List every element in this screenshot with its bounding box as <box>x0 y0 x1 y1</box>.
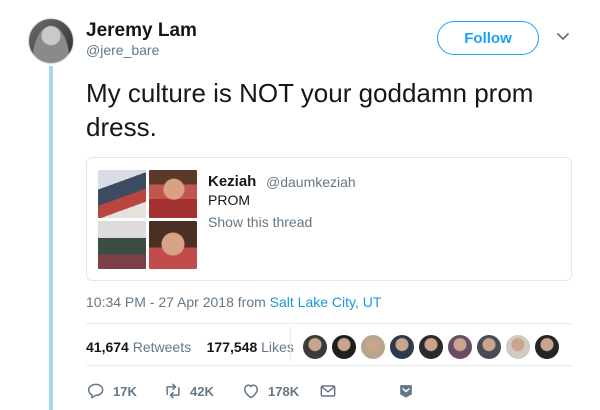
follow-button[interactable]: Follow <box>437 21 539 55</box>
liker-avatar[interactable] <box>331 334 357 360</box>
tweet-meta: 10:34 PM - 27 Apr 2018 from Salt Lake Ci… <box>86 294 381 310</box>
quoted-photo[interactable] <box>149 221 197 269</box>
quoted-author-name: Keziah <box>208 173 257 190</box>
quoted-tweet-card[interactable]: Keziah @daumkeziah PROM Show this thread <box>86 157 572 281</box>
message-icon <box>320 385 336 397</box>
quoted-photo[interactable] <box>98 170 146 218</box>
stats-separator <box>290 326 291 362</box>
reply-action[interactable]: 17K <box>86 380 137 402</box>
retweet-count: 42K <box>190 383 214 399</box>
likes-count: 177,548 <box>206 339 258 355</box>
retweets-label: Retweets <box>132 339 192 355</box>
chevron-down-icon[interactable] <box>556 32 570 42</box>
quoted-photo[interactable] <box>98 221 146 269</box>
quoted-photo[interactable] <box>149 170 197 218</box>
quoted-author-handle: @daumkeziah <box>266 174 356 190</box>
liker-avatar[interactable] <box>360 334 386 360</box>
liker-avatar[interactable] <box>302 334 328 360</box>
quoted-tweet-text: PROM <box>208 192 250 208</box>
divider <box>86 365 572 366</box>
liker-avatar[interactable] <box>534 334 560 360</box>
like-icon <box>244 384 258 399</box>
likes-stat[interactable]: 177,548 Likes <box>207 339 294 355</box>
location-link[interactable]: Salt Lake City, UT <box>270 294 382 310</box>
liker-avatar[interactable] <box>505 334 531 360</box>
divider <box>86 323 572 324</box>
reply-icon <box>87 383 104 399</box>
retweets-count: 41,674 <box>86 339 129 355</box>
engagement-stats: 41,674 Retweets 177,548 Likes <box>86 339 294 355</box>
reply-count: 17K <box>113 383 137 399</box>
tweet-timestamp[interactable]: 10:34 PM - 27 Apr 2018 from <box>86 294 266 310</box>
author-handle[interactable]: @jere_bare <box>86 42 159 58</box>
bookmark-action[interactable] <box>396 380 416 402</box>
message-action[interactable] <box>318 380 338 402</box>
author-avatar[interactable] <box>28 18 74 64</box>
liker-avatar[interactable] <box>476 334 502 360</box>
retweets-stat[interactable]: 41,674 Retweets <box>86 339 191 355</box>
author-name[interactable]: Jeremy Lam <box>86 20 197 42</box>
liker-avatar[interactable] <box>447 334 473 360</box>
liker-avatar[interactable] <box>418 334 444 360</box>
show-thread-link[interactable]: Show this thread <box>208 214 312 230</box>
likes-label: Likes <box>261 339 294 355</box>
retweet-icon <box>166 383 180 399</box>
quoted-media-grid[interactable] <box>98 170 198 270</box>
liker-avatar[interactable] <box>389 334 415 360</box>
like-count: 178K <box>268 383 300 399</box>
thread-line <box>49 66 53 410</box>
tweet-text: My culture is NOT your goddamn prom dres… <box>86 78 534 142</box>
like-action[interactable]: 178K <box>241 380 299 402</box>
bookmark-icon <box>400 385 412 398</box>
retweet-action[interactable]: 42K <box>163 380 214 402</box>
